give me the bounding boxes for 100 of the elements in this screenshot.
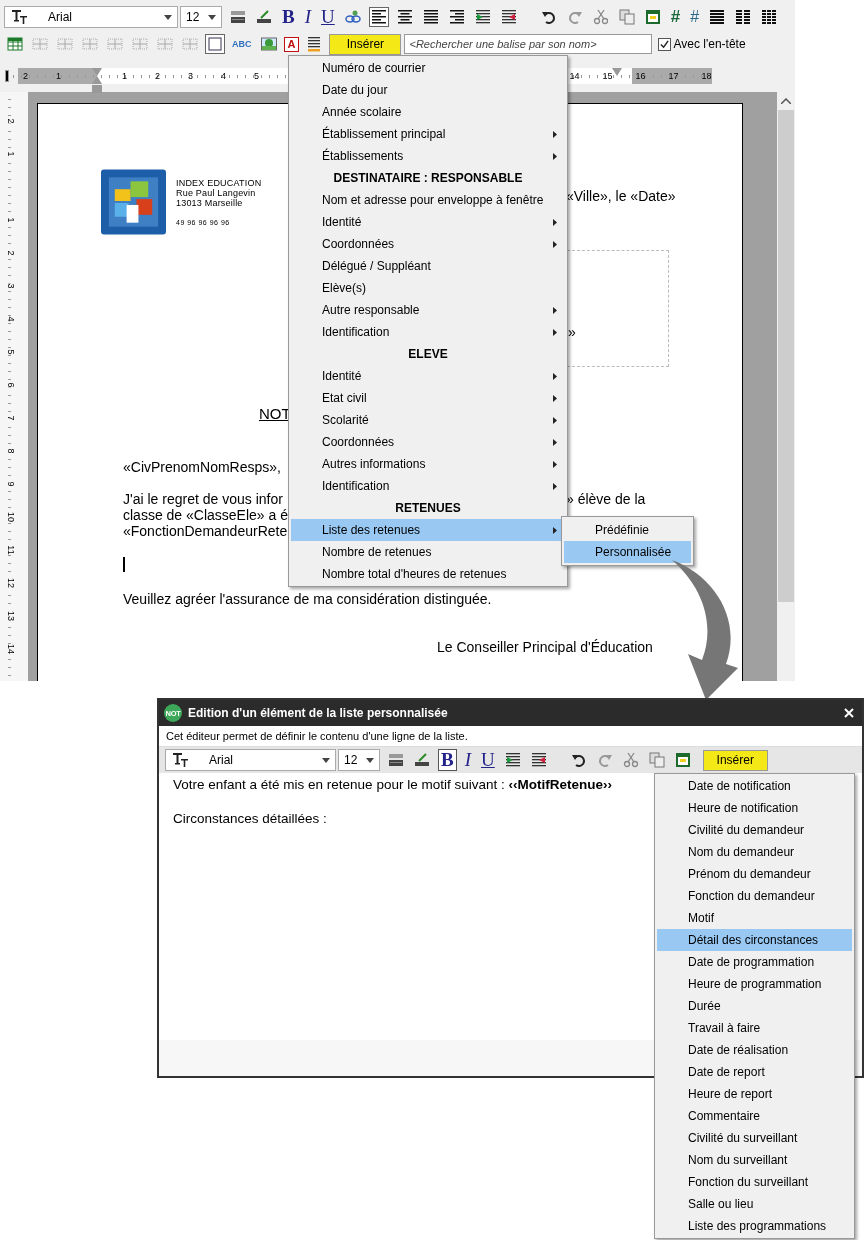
search-field[interactable]: <Rechercher une balise par son nom> [404,34,653,54]
menu-item[interactable]: Date de réalisation [657,1039,852,1061]
text-cursor [123,557,125,572]
menu-section-header: RETENUES [394,500,462,517]
menu-item[interactable]: Coordonnées [291,233,565,255]
ruler-number: 17 [667,70,680,83]
menu-item[interactable]: Délégué / Suppléant [291,255,565,277]
menu-item[interactable]: Fonction du demandeur [657,885,852,907]
menu-item[interactable]: Détail des circonstances [657,929,852,951]
menu-section-header: DESTINATAIRE : RESPONSABLE [332,170,524,187]
insert-button[interactable]: Insérer [329,33,402,55]
menu-item[interactable]: Nombre de retenues [291,541,565,563]
logo-icon [101,169,166,235]
bold-button[interactable]: B [280,7,297,27]
image-icon[interactable] [258,34,279,54]
font-size-select[interactable]: 12 [180,6,222,28]
menu-item[interactable]: Nom et adresse pour enveloppe à fenêtre [291,189,565,211]
menu-item[interactable]: Liste des programmations [657,1215,852,1237]
menu-item[interactable]: Date de report [657,1061,852,1083]
menu-item[interactable]: Motif [657,907,852,929]
ruler-number: 1 [55,70,62,83]
number-button[interactable]: # [668,7,683,27]
font-icon[interactable] [10,7,30,27]
bold-button[interactable]: B [438,749,457,771]
menu-item[interactable]: Autre responsable [291,299,565,321]
submenu-arrow-icon [553,460,557,468]
checkbox-label[interactable]: Avec l'en-tête [673,37,746,51]
checkbox[interactable] [658,37,672,51]
insert-button[interactable]: Insérer [702,749,768,771]
ruler-number: 3 [187,70,194,83]
copy-icon[interactable] [616,7,637,27]
table-icon[interactable] [5,34,25,54]
menu-item[interactable]: Etat civil [291,387,565,409]
scroll-up-icon[interactable] [781,98,791,104]
menu-item[interactable]: Identification [291,321,565,343]
submenu-arrow-icon [553,152,557,160]
underline-button[interactable]: U [479,750,497,770]
underline-button[interactable]: U [319,7,337,27]
menu-item[interactable]: Durée [657,995,852,1017]
font-select[interactable]: Arial [4,6,178,28]
frame-icon[interactable] [205,34,225,54]
place-date-text: «Ville», le «Date» [566,188,676,204]
menu-item[interactable]: Personnalisée [564,541,691,563]
menu-item[interactable]: Identité [291,211,565,233]
salutation: «CivPrenomNomResps», [123,459,281,475]
ruler-number: 7 [6,415,16,420]
menu-item[interactable]: Autres informations [291,453,565,475]
menu-item[interactable]: Salle ou lieu [657,1193,852,1215]
menu-item[interactable]: Commentaire [657,1105,852,1127]
menu-item[interactable]: Elève(s) [291,277,565,299]
menu-item[interactable]: Coordonnées [291,431,565,453]
menu-item[interactable]: Établissements [291,145,565,167]
menu-item[interactable]: Civilité du demandeur [657,819,852,841]
submenu-arrow-icon [553,526,557,534]
italic-button[interactable]: I [462,750,473,770]
font-size-select[interactable]: 12 [338,749,380,771]
menu-item[interactable]: Identification [291,475,565,497]
font-icon[interactable] [171,750,191,770]
ruler-number: 3 [6,283,16,288]
letterhead-line: 13013 Marseille [176,198,244,208]
menu-item[interactable]: Établissement principal [291,123,565,145]
submenu-arrow-icon [553,306,557,314]
menu-item[interactable]: Numéro de courrier [291,57,565,79]
ruler-number: 11 [6,544,16,555]
text-frame-button[interactable]: A [283,36,300,52]
editor-text: Votre enfant a été mis en retenue pour le motif suivant : ‹‹MotifRetenue›› [173,776,612,794]
menu-item[interactable]: Nom du surveillant [657,1149,852,1171]
ruler-number: 8 [6,448,16,453]
menu-item[interactable]: Heure de report [657,1083,852,1105]
menu-item[interactable]: Prénom du demandeur [657,863,852,885]
body-text: classe de «ClasseEle» a é [123,507,288,523]
ruler-number: 1 [121,70,128,83]
ruler-number: 1 [6,217,16,222]
body-text: J'ai le regret de vous infor [123,491,284,507]
menu-item[interactable]: Identité [291,365,565,387]
menu-item[interactable]: Heure de programmation [657,973,852,995]
menu-item[interactable]: Nombre total d'heures de retenues [291,563,565,585]
italic-button[interactable]: I [302,7,313,27]
copy-icon[interactable] [646,750,667,770]
indent-marker-icon[interactable] [92,68,102,94]
indent-marker-icon[interactable] [612,68,622,78]
text-color-button[interactable]: ABC [230,34,254,54]
menu-item[interactable]: Heure de notification [657,797,852,819]
menu-item[interactable]: Nom du demandeur [657,841,852,863]
number-button[interactable]: # [688,7,702,27]
close-icon[interactable] [844,708,854,718]
menu-item[interactable]: Scolarité [291,409,565,431]
ruler-number: 14 [568,70,581,83]
letterhead-line: INDEX EDUCATION [176,178,262,188]
menu-item[interactable]: Date de notification [657,775,852,797]
menu-item[interactable]: Date du jour [291,79,565,101]
menu-item[interactable]: Date de programmation [657,951,852,973]
caret-icon [322,757,330,763]
menu-item[interactable]: Prédéfinie [564,519,691,541]
menu-item[interactable]: Année scolaire [291,101,565,123]
menu-item[interactable]: Fonction du surveillant [657,1171,852,1193]
align-left-icon[interactable] [368,7,389,27]
menu-item[interactable]: Travail à faire [657,1017,852,1039]
font-select[interactable]: Arial [165,749,336,771]
menu-item[interactable]: Civilité du surveillant [657,1127,852,1149]
